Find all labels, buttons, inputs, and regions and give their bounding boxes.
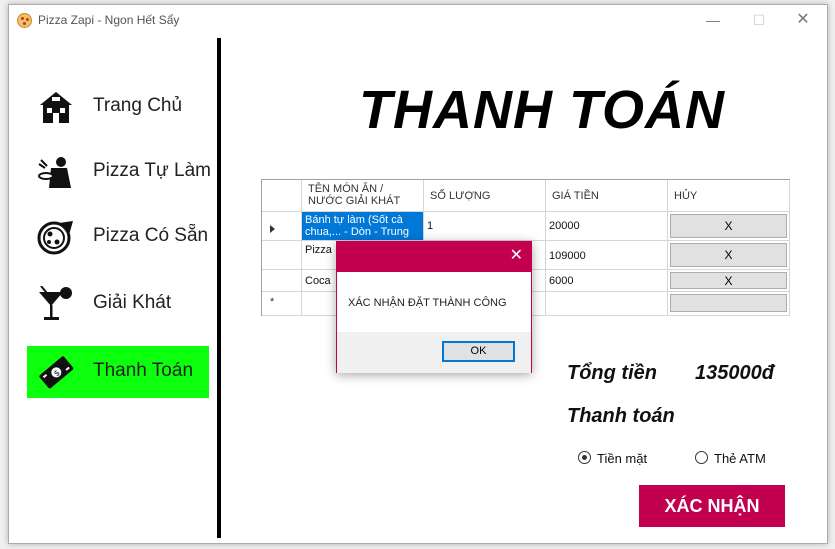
row-header[interactable]: [262, 241, 302, 270]
page-title: THANH TOÁN: [359, 80, 725, 140]
grid-cell-price[interactable]: [546, 292, 668, 316]
new-row-marker: *: [270, 296, 275, 308]
row-header[interactable]: [262, 270, 302, 292]
payment-cash-radio[interactable]: Tiền mặt: [578, 450, 658, 468]
column-header-cancel[interactable]: HỦY: [668, 180, 790, 212]
dialog-close-button[interactable]: ✕: [510, 247, 523, 265]
cancel-row-button[interactable]: X: [670, 272, 787, 289]
close-window-button[interactable]: ✕: [787, 9, 819, 31]
column-header-price[interactable]: GIÁ TIỀN: [546, 180, 668, 212]
radio-label: Tiền mặt: [597, 451, 648, 466]
grid-cell-price[interactable]: 109000: [546, 241, 668, 270]
dialog-title-bar: ✕: [337, 242, 531, 272]
grid-cell-price[interactable]: 20000: [546, 212, 668, 241]
sidebar-item-label: Giải Khát: [93, 292, 172, 313]
dialog-ok-button[interactable]: OK: [442, 341, 515, 362]
sidebar-item-pizza-tu-lam[interactable]: Pizza Tự Làm: [27, 146, 211, 198]
sidebar-item-label: Pizza Tự Làm: [93, 160, 211, 181]
grid-cell-cancel: X: [668, 270, 790, 292]
cancel-row-button[interactable]: X: [670, 243, 787, 267]
window-title: Pizza Zapi - Ngon Hết Sẩy: [38, 13, 180, 27]
row-header-new[interactable]: *: [262, 292, 302, 316]
payment-label: Thanh toán: [567, 405, 675, 427]
grid-cell-cancel: [668, 292, 790, 316]
cancel-row-button[interactable]: [670, 294, 787, 312]
row-header[interactable]: [262, 212, 302, 241]
cancel-row-button[interactable]: X: [670, 214, 787, 238]
app-window: Pizza Zapi - Ngon Hết Sẩy — ☐ ✕ Trang Ch…: [8, 4, 828, 544]
dialog-footer: OK: [337, 332, 531, 373]
sidebar-item-giai-khat[interactable]: Giải Khát: [27, 278, 209, 330]
column-header-quantity[interactable]: SỐ LƯỢNG: [424, 180, 546, 212]
radio-unselected-indicator: [695, 451, 708, 464]
grid-cell-cancel: X: [668, 241, 790, 270]
confirm-order-button[interactable]: XÁC NHẬN: [639, 485, 785, 527]
dialog-message: XÁC NHẬN ĐẶT THÀNH CÔNG: [348, 297, 507, 309]
sidebar-item-thanh-toan[interactable]: $ Thanh Toán: [27, 346, 209, 398]
total-value: 135000đ: [695, 362, 774, 384]
sidebar-item-pizza-co-san[interactable]: Pizza Có Sẵn: [27, 211, 209, 263]
sidebar-item-trang-chu[interactable]: Trang Chủ: [27, 81, 209, 133]
grid-cell-cancel: X: [668, 212, 790, 241]
cocktail-icon: [37, 285, 75, 322]
payment-atm-radio[interactable]: Thẻ ATM: [695, 450, 775, 468]
grid-cell-quantity[interactable]: 1: [424, 212, 546, 241]
sidebar-item-label: Pizza Có Sẵn: [93, 225, 209, 246]
grid-cell-price[interactable]: 6000: [546, 270, 668, 292]
maximize-button[interactable]: ☐: [743, 9, 775, 31]
minimize-button[interactable]: —: [697, 9, 729, 31]
radio-label: Thẻ ATM: [714, 451, 766, 466]
column-header-name[interactable]: TÊN MÓN ĂN / NƯỚC GIẢI KHÁT: [302, 180, 424, 212]
sidebar-item-label: Trang Chủ: [93, 95, 183, 116]
current-row-arrow-icon: [270, 225, 275, 233]
title-bar: Pizza Zapi - Ngon Hết Sẩy — ☐ ✕: [9, 5, 827, 36]
grid-cell-name[interactable]: Bánh tự làm (Sốt cà chua,... - Dòn - Tru…: [302, 212, 424, 241]
sidebar-item-label: Thanh Toán: [93, 360, 194, 381]
sidebar-divider: [217, 38, 221, 538]
pizza-icon: [37, 219, 75, 255]
total-label: Tổng tiền: [567, 362, 657, 384]
house-icon: [37, 89, 75, 125]
cash-icon: $: [37, 354, 75, 390]
chef-icon: [37, 154, 75, 190]
success-dialog: ✕ XÁC NHẬN ĐẶT THÀNH CÔNG OK: [336, 241, 532, 373]
grid-corner: [262, 180, 302, 212]
radio-selected-indicator: [578, 451, 591, 464]
pizza-app-icon: [17, 13, 32, 28]
